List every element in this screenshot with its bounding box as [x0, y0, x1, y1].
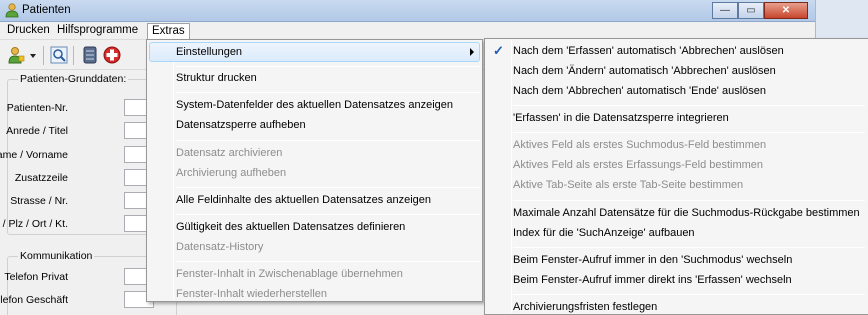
search-icon[interactable] — [50, 46, 68, 64]
patient-icon — [5, 3, 19, 18]
label-telefon-geschaeft: Telefon Geschäft — [0, 294, 68, 306]
menu-item-einstellungen-label: Einstellungen — [176, 46, 243, 58]
menu-separator — [176, 214, 480, 215]
submenu-item-erfassen-abbrechen[interactable]: Nach dem 'Erfassen' automatisch 'Abbrech… — [513, 45, 784, 57]
label-land-plz-ort: Land / Plz / Ort / Kt. — [0, 218, 68, 230]
einstellungen-submenu: ✓ Nach dem 'Erfassen' automatisch 'Abbre… — [484, 38, 868, 315]
menu-item-archivierung-aufheben[interactable]: Archivierung aufheben — [176, 167, 286, 179]
menu-hilfsprogramme[interactable]: Hilfsprogramme — [53, 23, 142, 39]
dropdown-arrow-icon[interactable] — [28, 46, 38, 64]
menu-separator — [176, 66, 480, 67]
database-icon[interactable] — [81, 46, 99, 64]
close-button[interactable]: ✕ — [764, 2, 808, 19]
menu-separator — [513, 200, 865, 201]
group-title-kommunikation: Kommunikation — [18, 250, 95, 262]
medical-cross-icon[interactable] — [103, 46, 121, 64]
submenu-item-abbrechen-ende[interactable]: Nach dem 'Abbrechen' automatisch 'Ende' … — [513, 85, 766, 97]
menu-item-datensatzsperre-aufheben[interactable]: Datensatzsperre aufheben — [176, 119, 306, 131]
submenu-item-aendern-abbrechen[interactable]: Nach dem 'Ändern' automatisch 'Abbrechen… — [513, 65, 776, 77]
background-window-edge — [815, 0, 868, 38]
label-patienten-nr: Patienten-Nr. — [6, 102, 68, 114]
submenu-item-suchmodus-feld[interactable]: Aktives Feld als erstes Suchmodus-Feld b… — [513, 139, 766, 151]
menu-item-struktur-drucken[interactable]: Struktur drucken — [176, 72, 257, 84]
menu-item-zwischenablage[interactable]: Fenster-Inhalt in Zwischenablage überneh… — [176, 268, 403, 280]
submenu-item-erfassen-wechseln[interactable]: Beim Fenster-Aufruf immer direkt ins 'Er… — [513, 274, 792, 286]
menu-separator — [176, 187, 480, 188]
menu-gutter — [173, 41, 174, 300]
submenu-item-erfassungs-feld[interactable]: Aktives Feld als erstes Erfassungs-Feld … — [513, 159, 763, 171]
menu-item-datensatz-archivieren[interactable]: Datensatz archivieren — [176, 147, 282, 159]
menu-gutter — [511, 40, 512, 313]
menu-item-gueltigkeit-definieren[interactable]: Gültigkeit des aktuellen Datensatzes def… — [176, 221, 405, 233]
submenu-item-archivierungsfristen[interactable]: Archivierungsfristen festlegen — [513, 301, 657, 313]
menu-separator — [176, 92, 480, 93]
submenu-item-index-suchanzeige[interactable]: Index für die 'SuchAnzeige' aufbauen — [513, 227, 695, 239]
menu-item-system-datenfelder[interactable]: System-Datenfelder des aktuellen Datensa… — [176, 99, 453, 111]
checkmark-icon: ✓ — [493, 43, 504, 58]
extras-menu: Einstellungen Struktur drucken System-Da… — [146, 39, 483, 302]
maximize-button[interactable]: ▭ — [738, 2, 764, 19]
menu-item-alle-feldinhalte[interactable]: Alle Feldinhalte des aktuellen Datensatz… — [176, 194, 431, 206]
menu-item-fenster-wiederherstellen[interactable]: Fenster-Inhalt wiederherstellen — [176, 288, 327, 300]
menu-separator — [513, 132, 865, 133]
label-telefon-privat: Telefon Privat — [4, 271, 68, 283]
label-name-vorname: Name / Vorname — [0, 149, 68, 161]
submenu-arrow-icon — [470, 48, 474, 56]
submenu-item-erfassen-datensatzsperre[interactable]: 'Erfassen' in die Datensatzsperre integr… — [513, 112, 729, 124]
toolbar-separator — [43, 46, 44, 65]
menu-separator — [513, 247, 865, 248]
menu-separator — [513, 105, 865, 106]
group-title-grunddaten: Patienten-Grunddaten: — [18, 73, 129, 85]
menu-separator — [176, 261, 480, 262]
menu-item-datensatz-history[interactable]: Datensatz-History — [176, 241, 263, 253]
submenu-item-maximale-anzahl[interactable]: Maximale Anzahl Datensätze für die Suchm… — [513, 207, 860, 219]
submenu-item-tab-seite[interactable]: Aktive Tab-Seite als erste Tab-Seite bes… — [513, 179, 743, 191]
label-strasse-nr: Strasse / Nr. — [10, 195, 68, 207]
minimize-button[interactable]: — — [712, 2, 738, 19]
window-title: Patienten — [22, 4, 71, 16]
submenu-item-suchmodus-wechseln[interactable]: Beim Fenster-Aufruf immer in den 'Suchmo… — [513, 254, 792, 266]
user-add-icon[interactable] — [7, 46, 25, 64]
label-zusatzzeile: Zusatzzeile — [14, 172, 68, 184]
label-anrede-titel: Anrede / Titel — [6, 125, 68, 137]
menu-drucken[interactable]: Drucken — [3, 23, 54, 39]
menu-separator — [176, 140, 480, 141]
menu-separator — [513, 294, 865, 295]
title-bar[interactable]: Patienten — ▭ ✕ — [0, 0, 815, 22]
window-controls: — ▭ ✕ — [712, 2, 808, 19]
toolbar-separator — [73, 46, 74, 65]
